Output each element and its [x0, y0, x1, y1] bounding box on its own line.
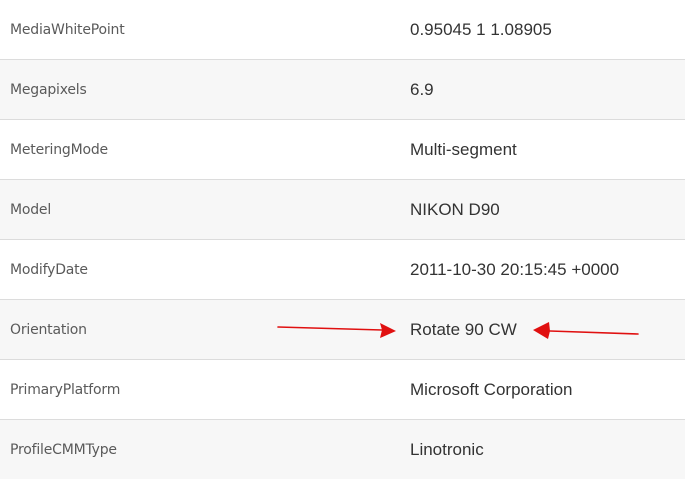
row-key: MeteringMode: [10, 141, 108, 158]
row-key: ProfileCMMType: [10, 441, 117, 458]
row-value: 0.95045 1 1.08905: [410, 19, 552, 39]
table-row: ModifyDate 2011-10-30 20:15:45 +0000: [0, 240, 685, 300]
row-key: Megapixels: [10, 81, 87, 98]
row-value: NIKON D90: [410, 199, 500, 219]
row-key: Orientation: [10, 321, 87, 338]
row-value: Microsoft Corporation: [410, 379, 573, 399]
table-row: Megapixels 6.9: [0, 60, 685, 120]
row-value: 2011-10-30 20:15:45 +0000: [410, 259, 620, 279]
table-row: Model NIKON D90: [0, 180, 685, 240]
row-value: Multi-segment: [410, 139, 517, 159]
row-value: Linotronic: [410, 439, 484, 459]
row-value: Rotate 90 CW: [410, 319, 517, 339]
table-row: PrimaryPlatform Microsoft Corporation: [0, 360, 685, 420]
table-row: ProfileCMMType Linotronic: [0, 420, 685, 479]
table-row: MediaWhitePoint 0.95045 1 1.08905: [0, 0, 685, 60]
row-key: MediaWhitePoint: [10, 21, 125, 38]
metadata-table: MediaWhitePoint 0.95045 1 1.08905 Megapi…: [0, 0, 685, 479]
row-key: ModifyDate: [10, 261, 88, 278]
row-key: Model: [10, 201, 52, 218]
table-row-orientation: Orientation Rotate 90 CW: [0, 300, 685, 360]
table-row: MeteringMode Multi-segment: [0, 120, 685, 180]
row-value: 6.9: [410, 79, 434, 99]
row-key: PrimaryPlatform: [10, 381, 121, 398]
